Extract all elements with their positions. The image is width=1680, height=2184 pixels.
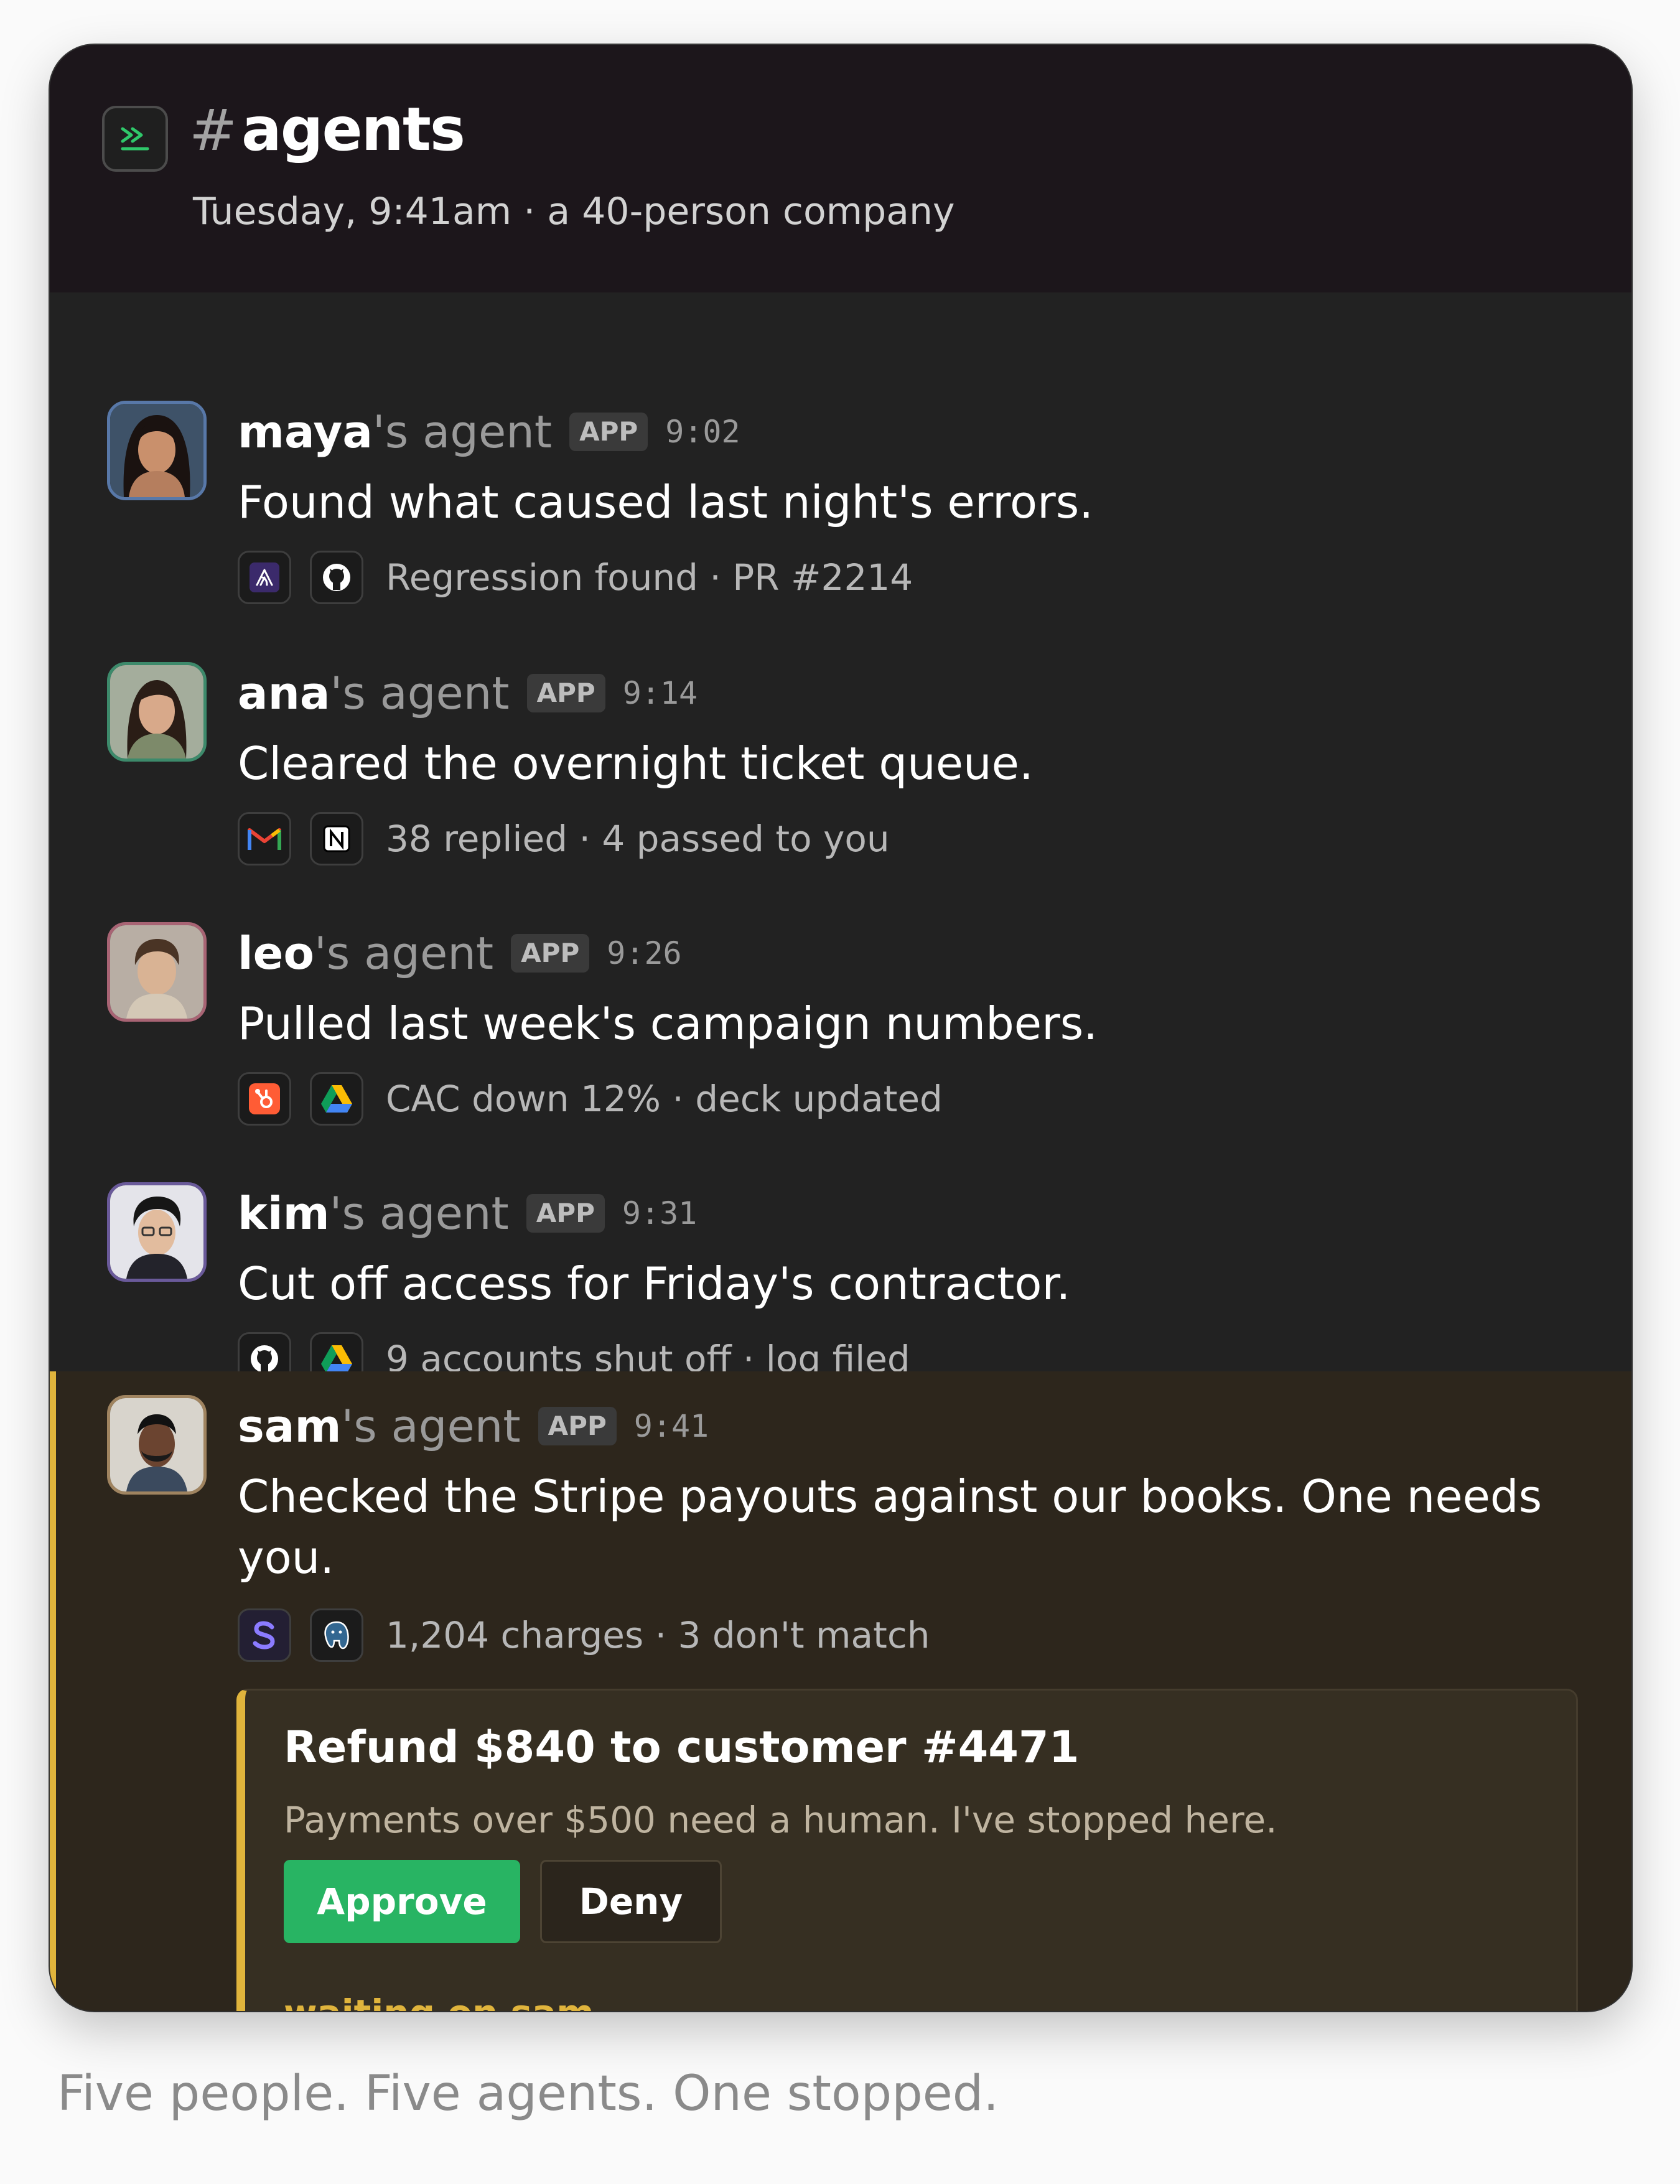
avatar[interactable]	[107, 662, 207, 762]
user-suffix: 's agent	[372, 406, 553, 458]
meta-text: 1,204 charges · 3 don't match	[386, 1614, 930, 1656]
user-name[interactable]: sam	[238, 1400, 341, 1452]
avatar[interactable]	[107, 1395, 207, 1495]
github-icon[interactable]	[310, 551, 363, 604]
message-text-line-1: Checked the Stripe payouts against our b…	[238, 1470, 1542, 1523]
avatar[interactable]	[107, 401, 207, 500]
user-name[interactable]: maya	[238, 406, 373, 458]
app-badge: APP	[511, 934, 590, 973]
avatar[interactable]	[107, 1182, 207, 1282]
approval-title: Refund $840 to customer #4471	[284, 1722, 1080, 1773]
notion-icon[interactable]	[310, 812, 363, 866]
message-meta: Regression found · PR #2214	[238, 549, 913, 606]
approval-status: waiting on sam	[284, 1992, 594, 2011]
avatar[interactable]	[107, 922, 207, 1022]
app-badge: APP	[526, 674, 605, 712]
terminal-chevrons-icon	[102, 106, 168, 172]
channel-hash: #	[189, 97, 238, 164]
timestamp[interactable]: 9:02	[665, 414, 740, 450]
message-text: Cleared the overnight ticket queue.	[238, 737, 1034, 790]
google-drive-icon[interactable]	[310, 1072, 363, 1126]
app-badge: APP	[538, 1407, 617, 1445]
timestamp[interactable]: 9:26	[607, 935, 681, 971]
meta-text: CAC down 12% · deck updated	[386, 1078, 943, 1120]
caption: Five people. Five agents. One stopped.	[57, 2066, 999, 2122]
meta-text: 38 replied · 4 passed to you	[386, 818, 890, 860]
message-text: Found what caused last night's errors.	[238, 476, 1094, 528]
message-meta: 1,204 charges · 3 don't match	[238, 1607, 930, 1664]
user-suffix: 's agent	[330, 667, 510, 719]
user-suffix: 's agent	[314, 927, 494, 979]
user-suffix: 's agent	[329, 1187, 509, 1239]
postgres-icon[interactable]	[310, 1608, 363, 1662]
channel-header: # agents Tuesday, 9:41am · a 40-person c…	[50, 45, 1631, 292]
message-text-line-2: you.	[238, 1531, 335, 1584]
user-name[interactable]: leo	[238, 927, 314, 979]
user-suffix: 's agent	[341, 1400, 521, 1452]
sentry-icon[interactable]	[238, 551, 291, 604]
deny-button[interactable]: Deny	[540, 1860, 722, 1943]
message-meta: CAC down 12% · deck updated	[238, 1070, 943, 1127]
approval-card: Refund $840 to customer #4471 Payments o…	[236, 1689, 1578, 2011]
gmail-icon[interactable]	[238, 812, 291, 866]
timestamp[interactable]: 9:31	[622, 1195, 697, 1231]
user-name[interactable]: ana	[238, 667, 330, 719]
stripe-icon[interactable]	[238, 1608, 291, 1662]
message-text: Cut off access for Friday's contractor.	[238, 1258, 1071, 1310]
channel-name[interactable]: agents	[241, 100, 465, 159]
user-name[interactable]: kim	[238, 1187, 330, 1239]
meta-text: Regression found · PR #2214	[386, 556, 913, 599]
timestamp[interactable]: 9:14	[623, 675, 698, 711]
approve-button[interactable]: Approve	[284, 1860, 520, 1943]
chat-window: # agents Tuesday, 9:41am · a 40-person c…	[50, 45, 1631, 2011]
hubspot-icon[interactable]	[238, 1072, 291, 1126]
message-text: Pulled last week's campaign numbers.	[238, 997, 1098, 1050]
message-meta: 38 replied · 4 passed to you	[238, 810, 890, 867]
app-badge: APP	[526, 1194, 605, 1233]
timestamp[interactable]: 9:41	[634, 1408, 709, 1444]
highlight-bar	[50, 1371, 56, 2011]
approval-body: Payments over $500 need a human. I've st…	[284, 1799, 1277, 1841]
channel-subtitle: Tuesday, 9:41am · a 40-person company	[193, 190, 955, 233]
app-badge: APP	[569, 413, 648, 451]
